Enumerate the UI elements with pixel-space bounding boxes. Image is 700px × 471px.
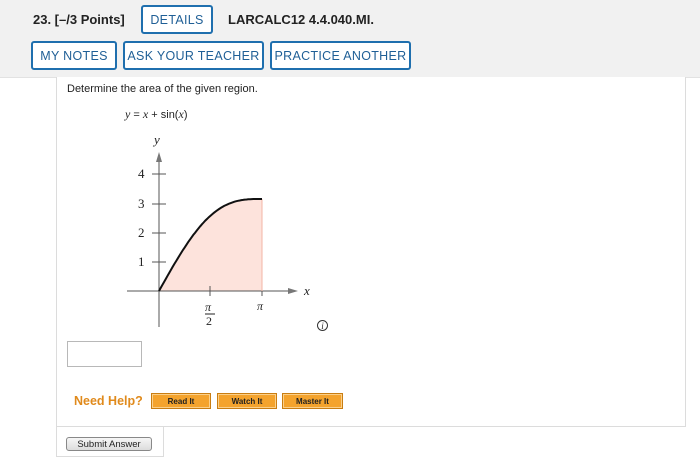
- y-axis-label: y: [152, 132, 160, 147]
- x-tick-label-pi-half-denominator: 2: [206, 314, 212, 328]
- y-tick-label-1: 1: [138, 254, 145, 269]
- answer-input[interactable]: [67, 341, 142, 367]
- y-axis-arrow: [156, 152, 162, 162]
- shaded-region: [159, 199, 262, 291]
- watch-it-button[interactable]: Watch It: [217, 393, 277, 409]
- x-tick-label-pi: π: [257, 299, 264, 313]
- need-help-label: Need Help?: [74, 394, 143, 408]
- read-it-button[interactable]: Read It: [151, 393, 211, 409]
- submit-answer-button[interactable]: Submit Answer: [66, 437, 152, 451]
- info-icon[interactable]: i: [317, 320, 328, 331]
- y-tick-label-3: 3: [138, 196, 145, 211]
- x-axis-label: x: [303, 283, 310, 298]
- master-it-button[interactable]: Master It: [282, 393, 343, 409]
- x-axis-arrow: [288, 288, 298, 294]
- x-tick-label-pi-half-numerator: π: [205, 300, 212, 314]
- y-tick-label-4: 4: [138, 166, 145, 181]
- y-tick-label-2: 2: [138, 225, 145, 240]
